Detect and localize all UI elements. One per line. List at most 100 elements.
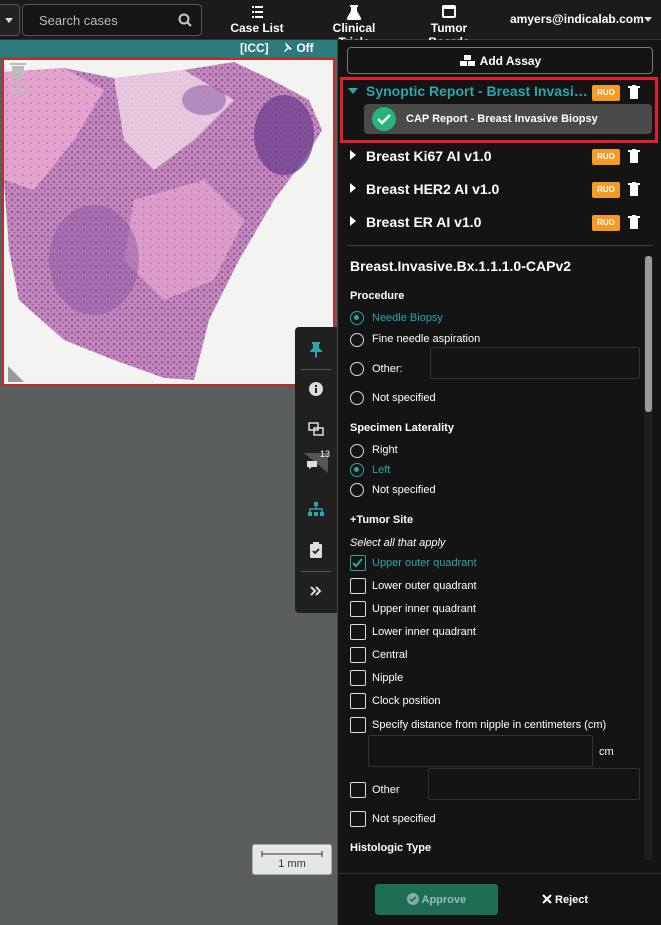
checkbox-lower-inner-quadrant[interactable]: [350, 624, 366, 640]
checkbox-lower-outer-quadrant[interactable]: [350, 578, 366, 594]
radio-not-specified[interactable]: [350, 391, 364, 405]
option-label: Lower outer quadrant: [372, 580, 477, 592]
tumor-site-other-input[interactable]: [428, 768, 640, 800]
laterality-label: Specimen Laterality: [350, 422, 454, 434]
resize-handle-icon[interactable]: [8, 366, 24, 382]
hierarchy-icon[interactable]: [306, 499, 326, 519]
trash-icon[interactable]: [628, 182, 640, 196]
nav-clinical-trials[interactable]: Clinical Trials: [316, 4, 392, 49]
option-label: Not specified: [372, 813, 436, 825]
eye-icon[interactable]: [10, 84, 28, 96]
radio-left[interactable]: [350, 463, 364, 477]
expand-caret-icon[interactable]: [350, 150, 361, 160]
checkbox-other[interactable]: [350, 782, 366, 798]
checkbox-upper-outer-quadrant[interactable]: [350, 555, 366, 571]
option-label: Needle Biopsy: [372, 312, 443, 324]
checkbox-clock-position[interactable]: [350, 693, 366, 709]
reject-button[interactable]: Reject: [534, 884, 596, 915]
ruo-badge: RUO: [592, 215, 620, 231]
assay-title[interactable]: Breast HER2 AI v1.0: [366, 181, 499, 197]
viewer-toolbar: [295, 327, 337, 613]
user-menu-caret-icon[interactable]: [644, 17, 652, 26]
trash-icon[interactable]: [628, 149, 640, 163]
nav-label: Case List: [230, 21, 284, 35]
viewer-header: [ICC] Off: [0, 40, 337, 57]
assay-title[interactable]: Breast Ki67 AI v1.0: [366, 148, 492, 164]
procedure-other-input[interactable]: [430, 347, 640, 379]
trash-icon[interactable]: [628, 215, 640, 229]
option-label: Clock position: [372, 695, 441, 707]
add-assay-button[interactable]: Add Assay: [347, 47, 653, 74]
clipboard-check-icon[interactable]: [306, 540, 326, 560]
trash-icon[interactable]: [628, 85, 640, 99]
procedure-label: Procedure: [350, 290, 405, 302]
option-label: Specify distance from nipple in centimet…: [372, 719, 607, 731]
icc-label[interactable]: [ICC]: [240, 41, 269, 55]
compare-slides-icon[interactable]: [306, 419, 326, 439]
info-icon[interactable]: [306, 379, 326, 399]
comment-count-badge: 13: [320, 449, 331, 459]
distance-input[interactable]: [368, 735, 593, 767]
slide-image[interactable]: [2, 58, 335, 386]
option-label: Fine needle aspiration: [372, 333, 481, 345]
scrollbar-thumb[interactable]: [645, 256, 652, 412]
pin-toggle[interactable]: Off: [281, 41, 314, 55]
option-label: Lower inner quadrant: [372, 626, 476, 638]
scale-label: 1 mm: [278, 858, 306, 870]
checkbox-not-specified[interactable]: [350, 811, 366, 827]
expand-caret-icon[interactable]: [350, 183, 361, 193]
approve-button[interactable]: Approve: [375, 884, 498, 915]
nav-case-list[interactable]: Case List: [224, 4, 290, 38]
search-input[interactable]: [23, 5, 173, 35]
checkbox-nipple[interactable]: [350, 670, 366, 686]
radio-needle-biopsy[interactable]: [350, 311, 364, 325]
menu-dropdown-button[interactable]: [0, 4, 20, 36]
checkbox-distance-from-nipple[interactable]: [350, 717, 366, 733]
option-label: Nipple: [372, 672, 404, 684]
cap-form: Breast.Invasive.Bx.1.1.1.0-CAPv2 Procedu…: [338, 247, 644, 873]
flask-icon: [346, 5, 362, 20]
user-email[interactable]: amyers@indicalab.com: [510, 12, 644, 26]
option-label: Not specified: [372, 392, 436, 404]
pin-tool-icon[interactable]: [306, 338, 326, 358]
option-label: Central: [372, 649, 408, 661]
nav-tumor-boards[interactable]: Tumor Boards: [412, 4, 486, 49]
slide-viewer[interactable]: [ICC] Off 1 mm: [0, 40, 337, 925]
checkbox-central[interactable]: [350, 647, 366, 663]
pin-state: Off: [296, 41, 314, 55]
option-label: Upper inner quadrant: [372, 603, 476, 615]
check-circle-icon: [406, 893, 419, 905]
ruo-badge: RUO: [592, 149, 620, 165]
unit-label: cm: [599, 746, 614, 758]
search-box: [22, 4, 202, 36]
checkbox-upper-inner-quadrant[interactable]: [350, 601, 366, 617]
cubes-icon: [459, 54, 475, 66]
radio-other[interactable]: [350, 362, 364, 376]
tumor-site-hint: Select all that apply: [350, 537, 446, 549]
toolbar-divider: [301, 369, 331, 370]
form-title: Breast.Invasive.Bx.1.1.1.0-CAPv2: [350, 258, 572, 274]
radio-right[interactable]: [350, 444, 364, 458]
section-divider: [347, 245, 653, 246]
option-label: Upper outer quadrant: [372, 557, 477, 569]
synoptic-report-title[interactable]: Synoptic Report - Breast Invasive Biopsy: [366, 83, 588, 99]
option-label: Left: [372, 464, 391, 476]
search-icon[interactable]: [178, 13, 192, 27]
approve-label: Approve: [421, 894, 467, 906]
assay-title[interactable]: Breast ER AI v1.0: [366, 214, 481, 230]
board-icon: [442, 5, 456, 18]
radio-fine-needle-aspiration[interactable]: [350, 333, 364, 347]
form-scrollbar[interactable]: [644, 256, 653, 860]
radio-not-specified[interactable]: [350, 483, 364, 497]
expand-caret-icon[interactable]: [350, 216, 361, 226]
option-label: Other:: [372, 363, 403, 375]
trash-icon[interactable]: [10, 62, 26, 80]
toolbar-divider: [301, 571, 331, 572]
check-circle-icon: [372, 107, 396, 131]
expand-chevrons-icon[interactable]: [306, 581, 326, 601]
cap-report-item[interactable]: CAP Report - Breast Invasive Biopsy: [364, 104, 652, 134]
tumor-site-label: +Tumor Site: [350, 514, 414, 526]
ruo-badge: RUO: [592, 85, 620, 101]
collapse-caret-icon[interactable]: [348, 88, 358, 99]
pin-icon: [284, 42, 292, 52]
